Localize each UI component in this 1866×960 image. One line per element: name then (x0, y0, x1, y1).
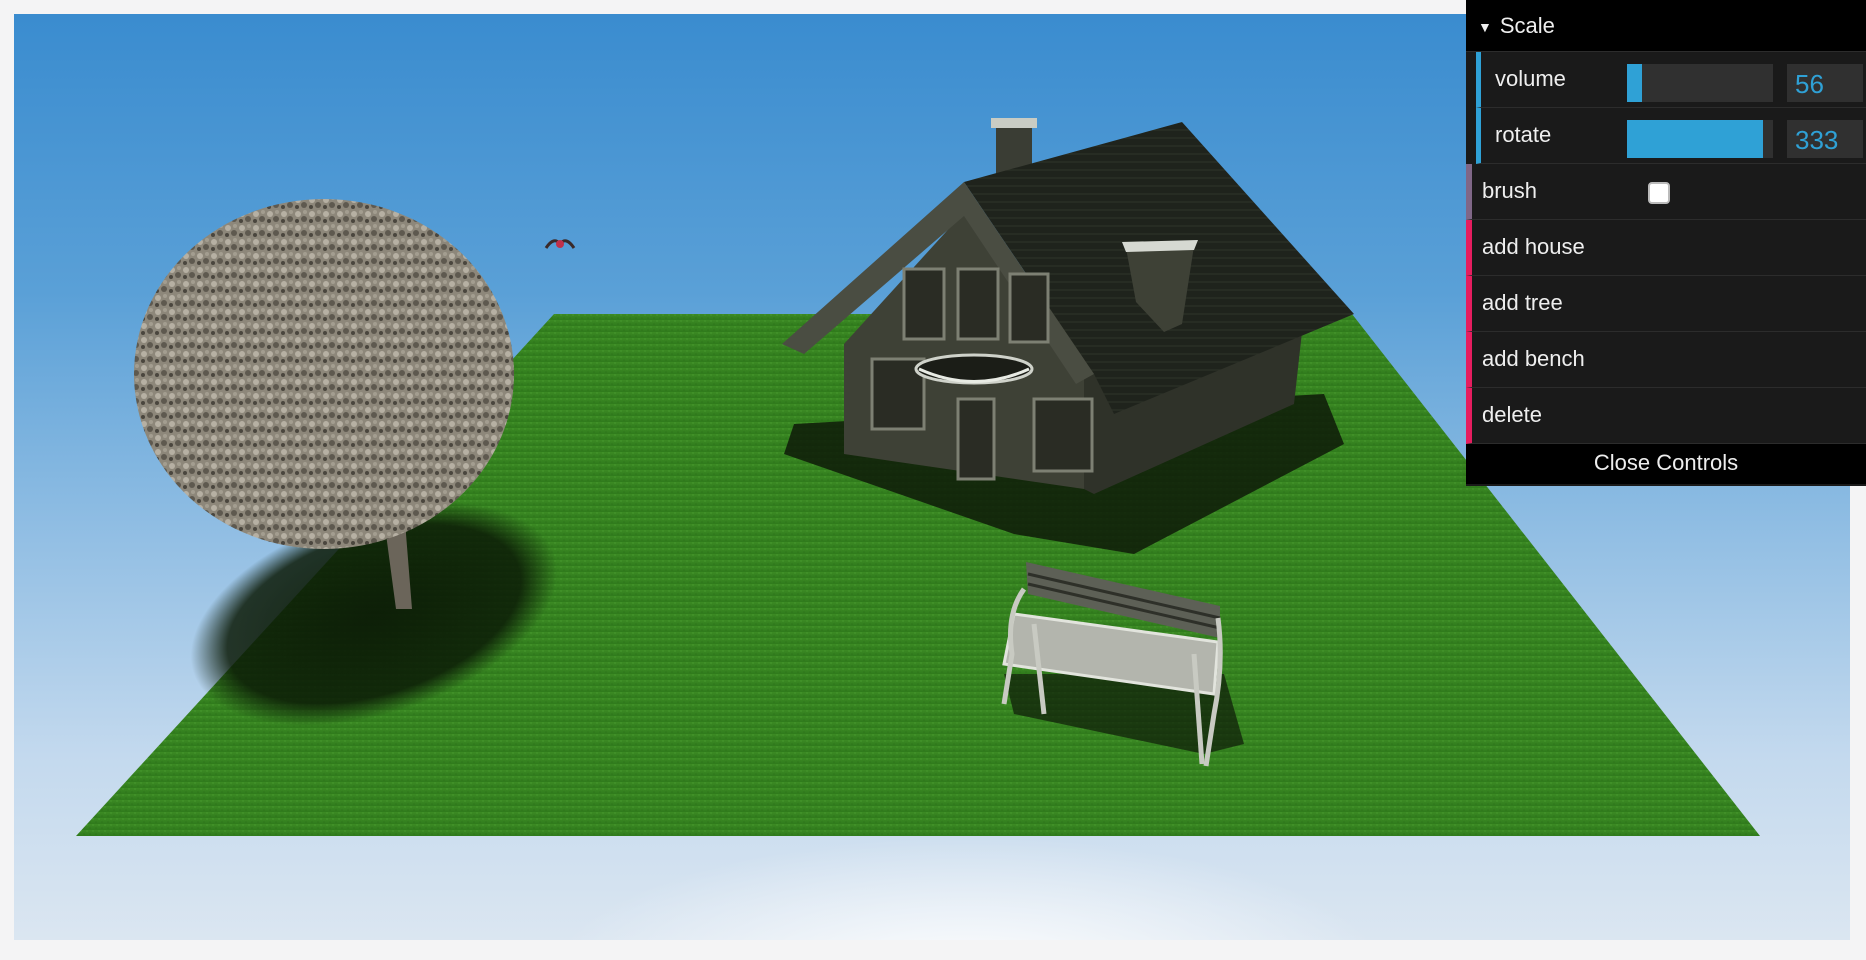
add-house-button[interactable]: add house (1466, 220, 1866, 276)
volume-slider-fill (1627, 64, 1642, 102)
brush-control: brush (1466, 164, 1866, 220)
volume-number-input[interactable]: 56 (1787, 64, 1863, 102)
bird (544, 239, 576, 249)
rotate-control: rotate 333 (1476, 108, 1866, 164)
rotate-slider[interactable] (1627, 120, 1773, 158)
brush-checkbox[interactable] (1648, 182, 1670, 204)
page-bottom-strip (0, 940, 1866, 960)
folder-scale-title[interactable]: ▼ Scale (1466, 0, 1866, 52)
folder-scale-label: Scale (1499, 13, 1555, 38)
add-tree-label: add tree (1482, 290, 1563, 315)
rotate-slider-fill (1627, 120, 1763, 158)
rotate-number-input[interactable]: 333 (1787, 120, 1863, 158)
add-bench-label: add bench (1482, 346, 1585, 371)
volume-label: volume (1495, 66, 1566, 91)
delete-label: delete (1482, 402, 1542, 427)
controls-panel: ▼ Scale volume 56 rotate 333 brush add ho… (1466, 0, 1866, 486)
add-bench-button[interactable]: add bench (1466, 332, 1866, 388)
volume-slider[interactable] (1627, 64, 1773, 102)
brush-label: brush (1482, 178, 1538, 203)
delete-button[interactable]: delete (1466, 388, 1866, 444)
close-controls-button[interactable]: Close Controls (1466, 444, 1866, 484)
volume-control: volume 56 (1476, 52, 1866, 108)
add-house-label: add house (1482, 234, 1585, 259)
rotate-label: rotate (1495, 122, 1552, 147)
triangle-down-icon: ▼ (1478, 19, 1492, 36)
add-tree-button[interactable]: add tree (1466, 276, 1866, 332)
